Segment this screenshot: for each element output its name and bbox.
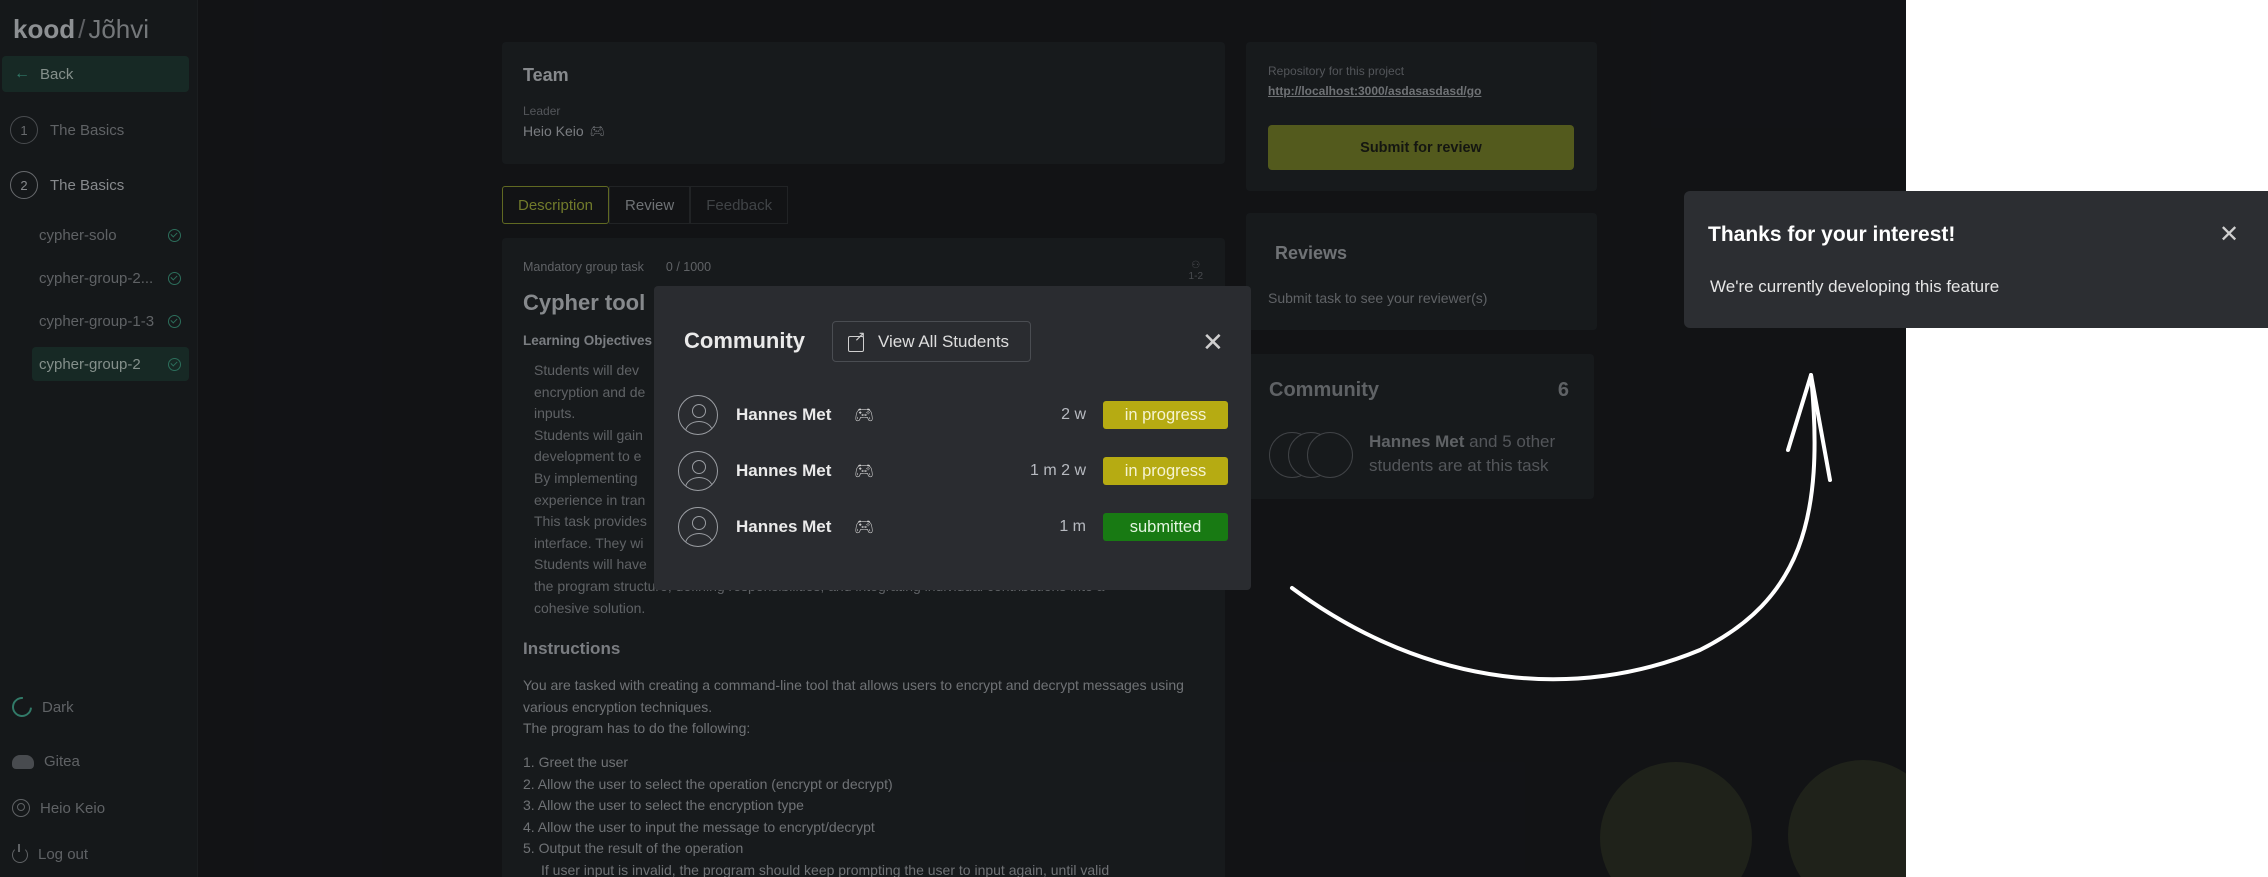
student-row[interactable]: Hannes Met 🎮︎ 2 w in progress (678, 394, 1228, 436)
status-badge: in progress (1103, 457, 1228, 485)
student-time: 1 m (1059, 518, 1086, 535)
student-time: 1 m 2 w (1029, 462, 1086, 479)
status-badge: submitted (1103, 513, 1228, 541)
community-modal: Community View All Students ✕ Hannes Met… (654, 286, 1251, 590)
avatar (678, 507, 718, 547)
toast-message: We're currently developing this feature (1710, 277, 2000, 296)
student-row[interactable]: Hannes Met 🎮︎ 1 m submitted (678, 506, 1228, 548)
student-name: Hannes Met (736, 405, 832, 424)
view-all-label: View All Students (878, 331, 1010, 351)
modal-title: Community (684, 328, 805, 353)
avatar (678, 395, 718, 435)
external-link-icon (848, 328, 866, 352)
close-icon[interactable]: ✕ (1202, 329, 1224, 355)
student-name: Hannes Met (736, 461, 832, 480)
avatar (678, 451, 718, 491)
status-badge: in progress (1103, 401, 1228, 429)
feature-toast: Thanks for your interest! ✕ We're curren… (1684, 191, 2268, 328)
student-row[interactable]: Hannes Met 🎮︎ 1 m 2 w in progress (678, 450, 1228, 492)
gamepad-icon: 🎮︎ (854, 407, 875, 424)
gamepad-icon: 🎮︎ (854, 519, 875, 536)
student-name: Hannes Met (736, 517, 832, 536)
toast-title: Thanks for your interest! (1708, 223, 1956, 246)
student-time: 2 w (1061, 406, 1086, 423)
gamepad-icon: 🎮︎ (854, 463, 875, 480)
annotation-arrow (1290, 373, 1832, 682)
view-all-students-button[interactable]: View All Students (832, 321, 1031, 362)
close-icon[interactable]: ✕ (2219, 223, 2239, 247)
